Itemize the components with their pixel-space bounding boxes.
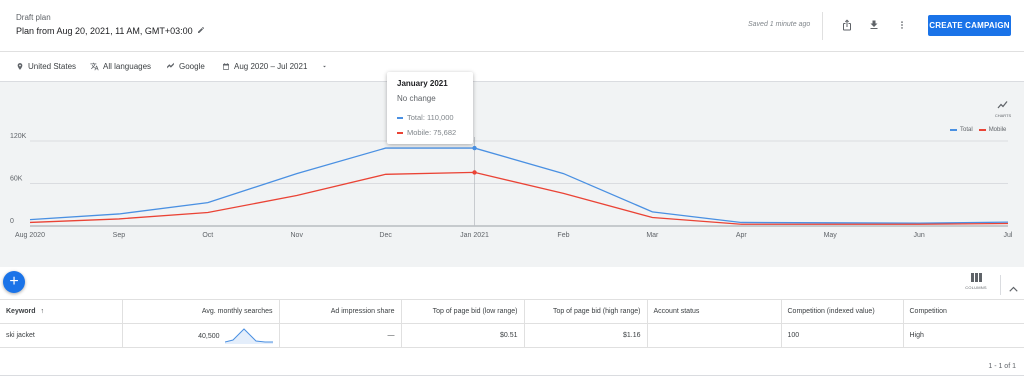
draft-label: Draft plan (16, 13, 51, 22)
dropdown-arrow-icon (323, 65, 327, 68)
keyword-table-section: + COLUMNS Keyword ↑ Avg. monthly searche… (0, 267, 1024, 377)
network-filter-label: Google (179, 62, 205, 71)
cell-avg-searches-value: 40,500 (198, 332, 220, 340)
x-tick-label: Jul (1004, 232, 1013, 239)
columns-button[interactable]: COLUMNS (962, 273, 990, 299)
cell-competition: High (903, 323, 1024, 348)
legend-mobile-swatch (978, 129, 986, 131)
network-icon (167, 62, 174, 69)
filter-bar: United States All languages Google Aug 2… (0, 52, 1024, 82)
data-point-total (472, 145, 477, 151)
y-tick-label: 0 (10, 218, 14, 225)
x-tick-label: Dec (379, 232, 392, 239)
series-line-mobile (29, 171, 1009, 225)
tooltip-total-swatch (397, 116, 403, 119)
chart-tooltip: January 2021 No change Total: 110,000 Mo… (387, 72, 473, 144)
download-icon[interactable] (866, 16, 882, 34)
header-divider (822, 12, 823, 40)
plan-header: Draft plan Plan from Aug 20, 2021, 11 AM… (0, 0, 1024, 52)
cell-avg-searches: 40,500 (122, 323, 280, 348)
keyword-table: Keyword ↑ Avg. monthly searches Ad impre… (0, 299, 1024, 348)
legend-total-label: Total (960, 127, 973, 133)
bottom-divider (0, 375, 1024, 376)
line-chart: 0 60K 120K Aug 2020 Sep Oct Nov Dec Jan 2021 Feb M… (10, 133, 1013, 239)
language-filter-label: All languages (103, 62, 152, 71)
tooltip-total-row: Total: 110,000 (397, 113, 454, 122)
column-header-keyword-label: Keyword (6, 308, 36, 315)
charts-label: CHARTS (994, 113, 1012, 118)
column-header-avg-searches[interactable]: Avg. monthly searches (122, 299, 280, 324)
data-point-mobile (472, 170, 477, 175)
edit-pencil-icon[interactable] (197, 26, 205, 36)
share-icon[interactable] (839, 16, 855, 34)
table-row[interactable]: ski jacket 40,500 — $0.51 $1.16 100 High (0, 323, 1024, 348)
pagination-label: 1 - 1 of 1 (988, 363, 1016, 370)
column-header-bid-low[interactable]: Top of page bid (low range) (401, 299, 525, 324)
chart-legend: Total Mobile (950, 127, 1006, 133)
legend-total[interactable]: Total (950, 127, 973, 133)
x-tick-label: Aug 2020 (15, 232, 45, 239)
date-range-filter[interactable]: Aug 2020 – Jul 2021 (222, 62, 328, 71)
location-filter-label: United States (28, 62, 77, 71)
plan-title[interactable]: Plan from Aug 20, 2021, 11 AM, GMT+03:00 (16, 26, 205, 36)
cell-keyword[interactable]: ski jacket (0, 323, 123, 348)
column-header-competition-index[interactable]: Competition (indexed value) (781, 299, 904, 324)
x-tick-label: Mar (646, 232, 659, 239)
column-header-competition[interactable]: Competition (903, 299, 1024, 324)
location-filter[interactable]: United States (16, 62, 76, 71)
sparkline-icon (224, 327, 273, 344)
location-pin-icon (17, 63, 23, 70)
column-header-ad-share[interactable]: Ad impression share (279, 299, 402, 324)
saved-status: Saved 1 minute ago (748, 21, 811, 28)
calendar-icon (223, 63, 229, 70)
columns-label: COLUMNS (965, 285, 987, 290)
cell-bid-low: $0.51 (401, 323, 525, 348)
toolbar-divider (1000, 275, 1001, 295)
legend-mobile-label: Mobile (988, 127, 1007, 133)
x-tick-label: Apr (736, 232, 748, 239)
more-vert-icon[interactable] (894, 16, 910, 34)
tooltip-mobile: Mobile: 75,682 (407, 128, 457, 137)
charts-button[interactable]: CHARTS (990, 100, 1016, 118)
search-volume-chart: 0 60K 120K Aug 2020 Sep Oct Nov Dec Jan 2021 Feb M… (0, 82, 1024, 267)
series-line-total (29, 147, 1009, 224)
legend-total-swatch (950, 129, 957, 131)
network-filter[interactable]: Google (166, 62, 205, 71)
column-header-bid-high[interactable]: Top of page bid (high range) (524, 299, 648, 324)
cell-account-status (647, 323, 782, 348)
x-tick-label: Jun (913, 232, 924, 239)
x-tick-label: Sep (113, 232, 126, 239)
x-tick-label: Feb (557, 232, 569, 239)
plan-title-text: Plan from Aug 20, 2021, 11 AM, GMT+03:00 (16, 26, 193, 36)
columns-icon (970, 273, 982, 282)
x-tick-label: May (824, 232, 838, 239)
x-tick-label: Oct (202, 232, 213, 239)
table-header-row: Keyword ↑ Avg. monthly searches Ad impre… (0, 299, 1024, 324)
language-filter[interactable]: All languages (90, 62, 151, 71)
column-header-keyword[interactable]: Keyword ↑ (0, 299, 123, 324)
trend-chart-icon (997, 101, 1008, 109)
cell-ad-share: — (279, 323, 402, 348)
tooltip-total: Total: 110,000 (407, 113, 454, 122)
tooltip-mobile-swatch (397, 131, 403, 134)
column-header-account-status[interactable]: Account status (647, 299, 782, 324)
cell-bid-high: $1.16 (524, 323, 648, 348)
tooltip-mobile-row: Mobile: 75,682 (397, 128, 456, 137)
add-keyword-button[interactable]: + (3, 271, 25, 293)
y-tick-label: 120K (10, 133, 27, 140)
create-campaign-button[interactable]: CREATE CAMPAIGN (928, 15, 1011, 36)
collapse-chevron-icon[interactable] (1009, 279, 1018, 297)
x-tick-label: Nov (291, 232, 304, 239)
tooltip-subtitle: No change (397, 94, 436, 103)
date-range-label: Aug 2020 – Jul 2021 (234, 62, 308, 71)
cell-competition-index: 100 (781, 323, 904, 348)
y-tick-label: 60K (10, 176, 23, 183)
translate-icon (90, 62, 99, 71)
legend-mobile[interactable]: Mobile (978, 127, 1007, 133)
tooltip-title: January 2021 (397, 79, 448, 88)
x-tick-label: Jan 2021 (460, 232, 489, 239)
sort-ascending-icon[interactable]: ↑ (41, 308, 45, 315)
